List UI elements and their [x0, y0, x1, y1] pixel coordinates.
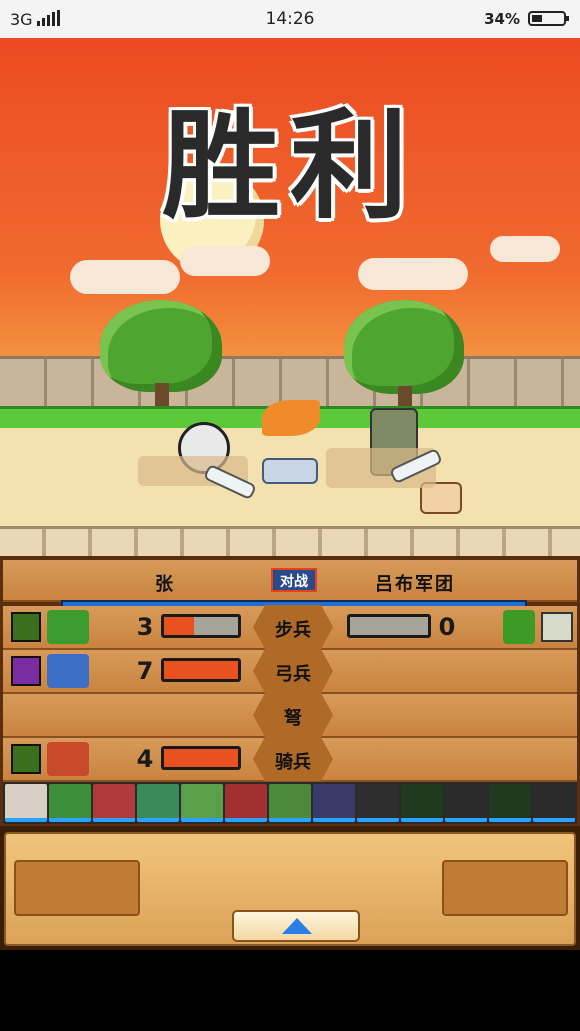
portrait[interactable] [313, 784, 355, 822]
tree [344, 300, 464, 394]
portrait[interactable] [49, 784, 91, 822]
portrait[interactable] [181, 784, 223, 822]
screen-bottom [0, 950, 580, 1031]
cloud [180, 246, 270, 276]
right-slot[interactable] [442, 860, 568, 916]
portrait[interactable] [445, 784, 487, 822]
archer-sprite [47, 654, 89, 688]
up-arrow-icon [282, 918, 312, 934]
left-commander: 张 [155, 574, 173, 595]
expand-button[interactable] [232, 910, 360, 942]
enemy-infantry-sprite [503, 610, 535, 644]
battle-scene: 胜利 [0, 38, 580, 556]
tree [100, 300, 222, 392]
unit-portrait-strip[interactable] [3, 782, 577, 824]
unit-type-label: 弓兵 [275, 664, 311, 685]
unit-badge [11, 612, 41, 642]
unit-row-crossbow: 弩 [3, 693, 577, 738]
unit-health-bar [161, 614, 241, 638]
unit-row-infantry: 3 步兵 0 [3, 605, 577, 650]
battery-icon [528, 11, 569, 26]
control-frame [0, 826, 580, 950]
unit-count: 7 [136, 657, 154, 685]
portrait[interactable] [357, 784, 399, 822]
portrait[interactable] [93, 784, 135, 822]
unit-health-bar [161, 658, 241, 682]
status-bar: 3G 14:26 34% [0, 0, 580, 38]
portrait[interactable] [401, 784, 443, 822]
unit-type-label: 骑兵 [275, 752, 311, 773]
portrait[interactable] [5, 784, 47, 822]
portrait[interactable] [489, 784, 531, 822]
battery-percent: 34% [484, 10, 520, 28]
enemy-unit-count: 0 [438, 613, 456, 641]
commanders-row: 张 对战 吕布军团 [3, 560, 577, 608]
phoenix-bird [262, 400, 320, 436]
control-panel [4, 832, 576, 946]
portrait[interactable] [137, 784, 179, 822]
front-wall [0, 526, 580, 556]
unit-type-label: 弩 [284, 708, 302, 729]
portrait[interactable] [225, 784, 267, 822]
left-slot[interactable] [14, 860, 140, 916]
wolf [262, 458, 318, 484]
cloud [358, 258, 468, 290]
portrait[interactable] [269, 784, 311, 822]
victory-title: 胜利 [161, 96, 418, 235]
unit-count: 4 [136, 745, 154, 773]
unit-count: 3 [136, 613, 154, 641]
right-commander: 吕布军团 [375, 574, 455, 595]
cloud [70, 260, 180, 294]
vs-badge: 对战 [271, 568, 317, 592]
unit-badge [11, 656, 41, 686]
battle-panel: 张 对战 吕布军团 3 步兵 0 7 弓兵 弩 4 骑兵 [0, 556, 580, 826]
cavalry-sprite [47, 742, 89, 776]
unit-health-bar [161, 746, 241, 770]
unit-type-label: 步兵 [275, 620, 311, 641]
infantry-sprite [47, 610, 89, 644]
enemy-slot [541, 612, 573, 642]
portrait[interactable] [533, 784, 575, 822]
enemy-health-bar [347, 614, 431, 638]
unit-row-archer: 7 弓兵 [3, 649, 577, 694]
unit-row-cavalry: 4 骑兵 [3, 737, 577, 782]
unit-badge [11, 744, 41, 774]
